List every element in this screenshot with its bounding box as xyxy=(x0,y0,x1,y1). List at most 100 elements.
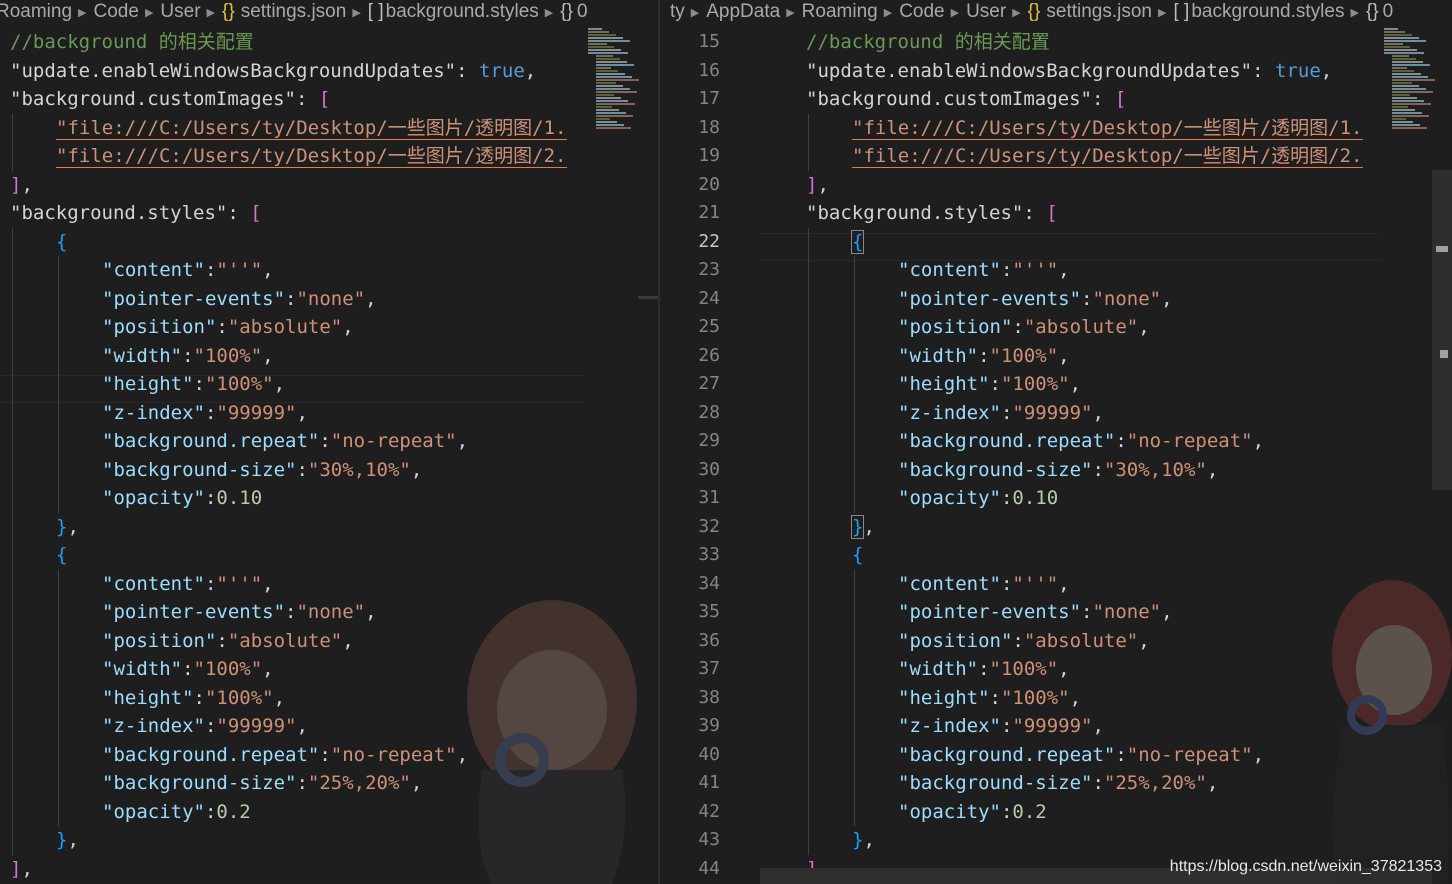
line-number[interactable]: 22 xyxy=(660,228,720,257)
minimap-line xyxy=(1384,46,1410,48)
minimap-line xyxy=(588,34,616,36)
minimap-line xyxy=(596,61,627,63)
line-number[interactable]: 39 xyxy=(660,712,720,741)
code-token: "opacity" xyxy=(898,487,1001,509)
code-line: "content":"''", xyxy=(898,256,1070,285)
code-token: "99999" xyxy=(216,401,297,424)
line-number[interactable]: 29 xyxy=(660,427,720,456)
line-number[interactable]: 33 xyxy=(660,541,720,570)
minimap-line xyxy=(1392,79,1435,81)
minimap-line xyxy=(596,112,626,114)
minimap-line xyxy=(596,76,632,78)
line-number[interactable]: 41 xyxy=(660,769,720,798)
line-number[interactable]: 38 xyxy=(660,684,720,713)
breadcrumb-item[interactable]: AppData xyxy=(706,1,780,23)
minimap-line xyxy=(1392,121,1413,123)
breadcrumb-item[interactable]: Code xyxy=(899,1,944,23)
minimap-line xyxy=(588,28,602,30)
minimap-line xyxy=(596,85,623,87)
breadcrumb-item[interactable]: {} settings.json xyxy=(1028,1,1152,23)
line-number[interactable]: 17 xyxy=(660,85,720,114)
minimap-line xyxy=(1392,55,1409,57)
line-number[interactable]: 15 xyxy=(660,28,720,57)
code-token: , xyxy=(273,686,286,709)
line-number[interactable]: 34 xyxy=(660,570,720,599)
minimap-line xyxy=(1384,31,1405,33)
line-number[interactable]: 24 xyxy=(660,285,720,314)
scrollbar-track-thumb[interactable] xyxy=(1432,170,1452,490)
breadcrumb-item[interactable]: Roaming xyxy=(802,1,878,23)
code-token: , xyxy=(1320,59,1333,82)
line-number[interactable]: 44 xyxy=(660,855,720,884)
line-number[interactable]: 19 xyxy=(660,142,720,171)
indent-guide xyxy=(854,256,855,513)
line-number[interactable]: 40 xyxy=(660,741,720,770)
code-token: : xyxy=(1092,772,1104,794)
breadcrumb-label: 0 xyxy=(576,1,588,22)
breadcrumb-item[interactable]: [ ] background.styles xyxy=(368,1,539,23)
code-token: "absolute" xyxy=(227,316,343,338)
code-line: "background.repeat":"no-repeat", xyxy=(102,427,468,456)
breadcrumb-item[interactable]: User xyxy=(966,1,1006,23)
indent-guide xyxy=(808,227,809,541)
minimap[interactable] xyxy=(1384,28,1435,129)
breadcrumb-item[interactable]: {} 0 xyxy=(560,1,587,23)
minimap-line xyxy=(596,55,613,57)
code-line: "z-index":"99999", xyxy=(898,712,1104,741)
code-token: ] xyxy=(10,173,22,196)
line-number[interactable]: 18 xyxy=(660,114,720,143)
code-token: : xyxy=(1000,487,1013,509)
indent-guide xyxy=(12,227,13,541)
code-line: "height":"100%", xyxy=(898,370,1081,399)
line-number[interactable]: 23 xyxy=(660,256,720,285)
line-number[interactable]: 25 xyxy=(660,313,720,342)
code-line: //background 的相关配置 xyxy=(806,28,1050,57)
code-token: , xyxy=(262,344,274,367)
scrollbar-thumb[interactable] xyxy=(638,296,658,299)
line-number[interactable]: 42 xyxy=(660,798,720,827)
code-token: "z-index" xyxy=(102,715,205,737)
breadcrumb-item[interactable]: User xyxy=(160,1,200,23)
breadcrumb-item[interactable]: {} 0 xyxy=(1366,1,1393,23)
line-number[interactable]: 21 xyxy=(660,199,720,228)
line-number[interactable]: 43 xyxy=(660,826,720,855)
line-number[interactable]: 32 xyxy=(660,513,720,542)
minimap-line xyxy=(1384,52,1424,54)
code-token: "absolute" xyxy=(1023,316,1139,338)
code-token: "pointer-events" xyxy=(898,287,1082,310)
code-token: "background.repeat" xyxy=(102,430,320,452)
code-line: "content":"''", xyxy=(102,570,274,599)
code-line: "z-index":"99999", xyxy=(102,399,308,428)
code-token: [ xyxy=(1114,88,1127,110)
breadcrumb-item[interactable]: {} settings.json xyxy=(222,1,346,23)
breadcrumb-item[interactable]: Code xyxy=(94,1,139,23)
line-number[interactable]: 28 xyxy=(660,399,720,428)
breadcrumb-item[interactable]: ty xyxy=(670,1,685,23)
breadcrumb-item[interactable]: [ ] background.styles xyxy=(1173,1,1344,23)
line-number[interactable]: 37 xyxy=(660,655,720,684)
code-token: true xyxy=(1275,59,1321,82)
code-token: 0.2 xyxy=(216,800,251,823)
line-number[interactable]: 31 xyxy=(660,484,720,513)
line-number[interactable]: 26 xyxy=(660,342,720,371)
breadcrumb-item[interactable]: Roaming xyxy=(0,1,72,23)
line-number[interactable]: 36 xyxy=(660,627,720,656)
line-number[interactable]: 35 xyxy=(660,598,720,627)
code-line: "file:///C:/Users/ty/Desktop/一些图片/透明图/2. xyxy=(56,142,567,171)
line-number[interactable]: 16 xyxy=(660,57,720,86)
code-line: "pointer-events":"none", xyxy=(102,598,377,627)
minimap-line xyxy=(1392,67,1407,69)
left-editor-pane[interactable]: Roaming ▶ Code ▶ User ▶{} settings.json ▶[ ] bac… xyxy=(0,0,658,884)
minimap-line xyxy=(1392,103,1431,105)
code-line: "opacity":0.10 xyxy=(102,484,262,513)
breadcrumb-label: settings.json xyxy=(240,1,347,22)
code-token: } xyxy=(56,829,68,851)
line-number[interactable]: 27 xyxy=(660,370,720,399)
right-editor-pane[interactable]: ty ▶ AppData ▶ Roaming ▶ Code ▶ User ▶{} settings.… xyxy=(660,0,1452,884)
minimap-line xyxy=(596,106,612,108)
line-number[interactable]: 30 xyxy=(660,456,720,485)
minimap[interactable] xyxy=(588,28,639,129)
code-token: "pointer-events" xyxy=(102,601,286,623)
code-token: } xyxy=(56,515,68,538)
line-number[interactable]: 20 xyxy=(660,171,720,200)
